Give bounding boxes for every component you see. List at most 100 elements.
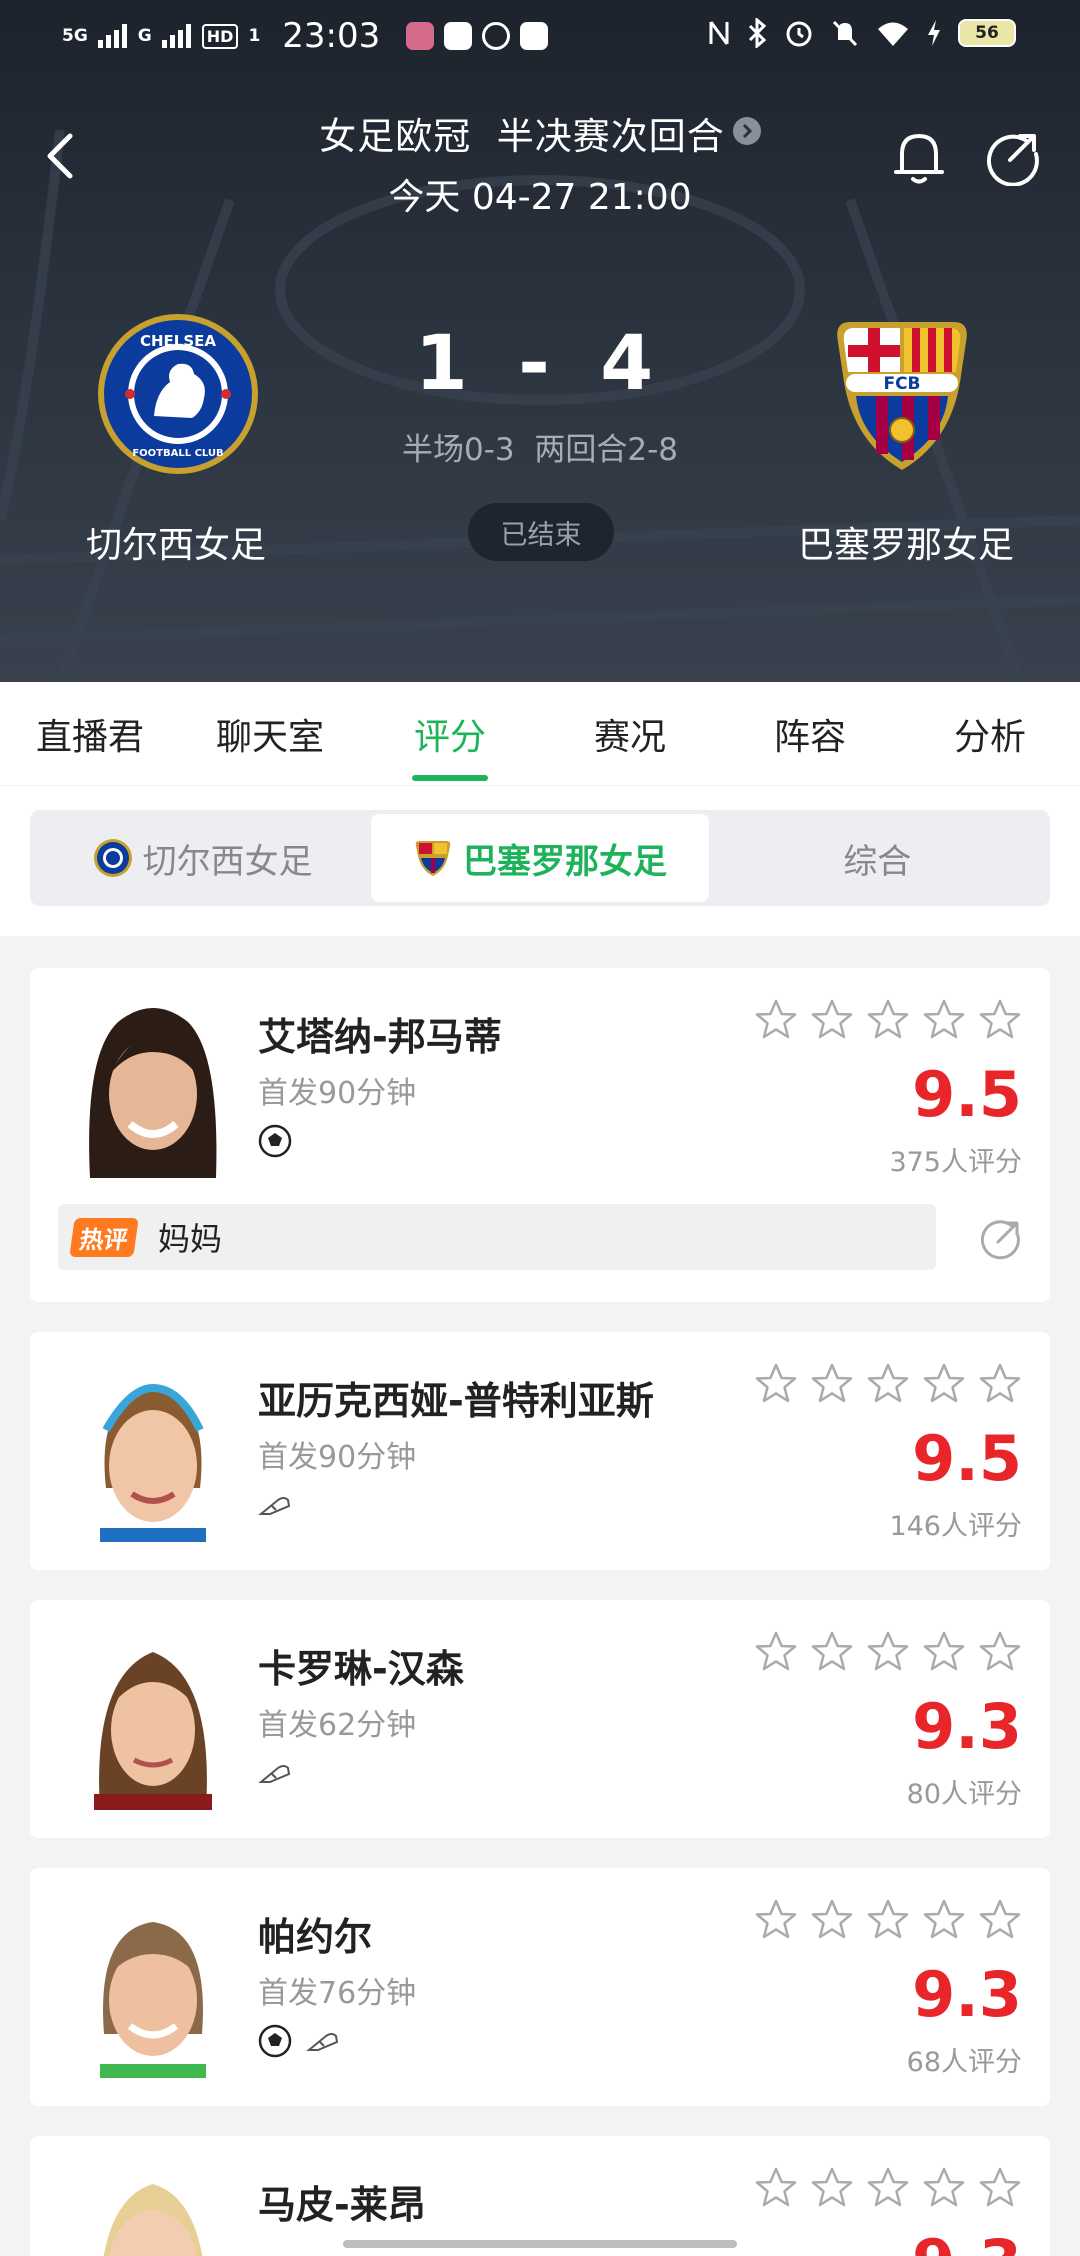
share-icon[interactable] (978, 1216, 1024, 1262)
signal-5g: 5G (62, 25, 88, 46)
home-team-name[interactable]: 切尔西女足 (26, 516, 326, 568)
tab-chatroom[interactable]: 聊天室 (180, 682, 360, 785)
tab-analysis[interactable]: 分析 (900, 682, 1080, 785)
tab-label: 分析 (953, 717, 1026, 758)
crest-text-fcb: FCB (883, 374, 920, 394)
barcelona-crest-icon[interactable]: FCB (820, 312, 984, 476)
away-score: 4 (600, 318, 666, 407)
tab-label: 评分 (413, 717, 486, 758)
player-photo (70, 994, 236, 1178)
star-icon[interactable] (866, 998, 910, 1042)
away-team-name[interactable]: 巴塞罗那女足 (756, 516, 1056, 568)
match-header: 5G G HD 1 23:03 56 女足欧冠 半决赛次回合 今天 04-27 … (0, 0, 1080, 682)
player-card[interactable]: 马皮-莱昂 9.3 (30, 2136, 1050, 2256)
player-events (258, 1756, 292, 1790)
star-icon[interactable] (866, 1898, 910, 1942)
star-icon[interactable] (922, 2166, 966, 2210)
halftime-score: 半场0-3 (402, 432, 515, 468)
segment-home-team[interactable]: 切尔西女足 (34, 814, 371, 902)
mute-icon (832, 20, 858, 47)
player-minutes: 首发62分钟 (258, 1708, 417, 1743)
star-icon[interactable] (978, 2166, 1022, 2210)
player-rating: 9.3 (912, 1690, 1022, 1763)
assist-icon (306, 2033, 339, 2051)
hot-comment[interactable]: 热评 妈妈 (58, 1204, 936, 1270)
rating-count: 375人评分 (889, 1147, 1022, 1178)
player-name: 艾塔纳-邦马蒂 (258, 1015, 502, 1059)
battery-indicator: 56 (958, 19, 1016, 47)
star-icon[interactable] (810, 2166, 854, 2210)
rating-stars[interactable] (754, 1898, 1022, 1942)
player-card[interactable]: 亚历克西娅-普特利亚斯 首发90分钟 9.5 146人评分 (30, 1332, 1050, 1570)
alarm-icon (786, 21, 812, 47)
segment-label: 切尔西女足 (142, 841, 313, 882)
tab-active-indicator (412, 775, 488, 781)
star-icon[interactable] (754, 1362, 798, 1406)
player-name: 亚历克西娅-普特利亚斯 (258, 1379, 654, 1423)
tab-label: 阵容 (773, 717, 846, 758)
team-segmented-control: 切尔西女足 巴塞罗那女足 综合 (30, 810, 1050, 906)
star-icon[interactable] (922, 1362, 966, 1406)
star-icon[interactable] (810, 998, 854, 1042)
segment-combined[interactable]: 综合 (709, 814, 1046, 902)
wifi-icon (878, 22, 908, 46)
goal-icon (258, 2024, 292, 2058)
rating-stars[interactable] (754, 1630, 1022, 1674)
star-icon[interactable] (754, 1630, 798, 1674)
star-icon[interactable] (978, 1630, 1022, 1674)
tab-match-events[interactable]: 赛况 (540, 682, 720, 785)
star-icon[interactable] (810, 1362, 854, 1406)
clock: 23:03 (282, 16, 381, 56)
star-icon[interactable] (866, 1630, 910, 1674)
star-icon[interactable] (978, 998, 1022, 1042)
star-icon[interactable] (810, 1630, 854, 1674)
segment-label: 综合 (843, 841, 912, 882)
star-icon[interactable] (866, 1362, 910, 1406)
player-events (258, 1488, 292, 1522)
rating-stars[interactable] (754, 998, 1022, 1042)
sim-number: 1 (248, 25, 261, 46)
star-icon[interactable] (978, 1362, 1022, 1406)
player-name: 帕约尔 (258, 1915, 373, 1959)
goal-icon (258, 1124, 292, 1158)
star-icon[interactable] (810, 1898, 854, 1942)
star-icon[interactable] (978, 1898, 1022, 1942)
player-events (258, 2024, 340, 2058)
star-icon[interactable] (922, 1630, 966, 1674)
share-icon[interactable] (984, 128, 1042, 186)
player-photo (70, 2162, 236, 2256)
round-name: 半决赛次回合 (496, 115, 725, 158)
tab-label: 聊天室 (215, 717, 324, 758)
rating-stars[interactable] (754, 1362, 1022, 1406)
rating-stars[interactable] (754, 2166, 1022, 2210)
star-icon[interactable] (922, 998, 966, 1042)
hot-comment-tag: 热评 (69, 1217, 139, 1257)
rating-count: 68人评分 (906, 2047, 1022, 2078)
player-events (258, 1124, 292, 1158)
match-status-badge: 已结束 (468, 503, 614, 561)
home-indicator[interactable] (343, 2240, 737, 2248)
player-card[interactable]: 艾塔纳-邦马蒂 首发90分钟 9.5 375人评分 热评 妈妈 (30, 968, 1050, 1302)
player-name: 马皮-莱昂 (258, 2183, 426, 2227)
player-card[interactable]: 帕约尔 首发76分钟 9.3 68人评分 (30, 1868, 1050, 2106)
tab-label: 直播君 (35, 717, 144, 758)
star-icon[interactable] (754, 2166, 798, 2210)
hot-comment-text: 妈妈 (158, 1220, 223, 1258)
star-icon[interactable] (754, 998, 798, 1042)
player-card[interactable]: 卡罗琳-汉森 首发62分钟 9.3 80人评分 (30, 1600, 1050, 1838)
star-icon[interactable] (922, 1898, 966, 1942)
tab-live[interactable]: 直播君 (0, 682, 180, 785)
player-minutes: 首发90分钟 (258, 1076, 417, 1111)
tab-lineup[interactable]: 阵容 (720, 682, 900, 785)
charging-icon (928, 20, 940, 46)
bell-icon[interactable] (892, 128, 946, 186)
player-rating: 9.5 (912, 1058, 1022, 1131)
tab-bar: 直播君 聊天室 评分 赛况 阵容 分析 (0, 682, 1080, 786)
star-icon[interactable] (754, 1898, 798, 1942)
tab-ratings[interactable]: 评分 (360, 682, 540, 785)
status-bar: 5G G HD 1 23:03 56 (0, 0, 1080, 76)
app-notification-icon (406, 22, 435, 50)
segment-away-team[interactable]: 巴塞罗那女足 (371, 814, 709, 902)
star-icon[interactable] (866, 2166, 910, 2210)
signal-g: G (137, 25, 152, 46)
